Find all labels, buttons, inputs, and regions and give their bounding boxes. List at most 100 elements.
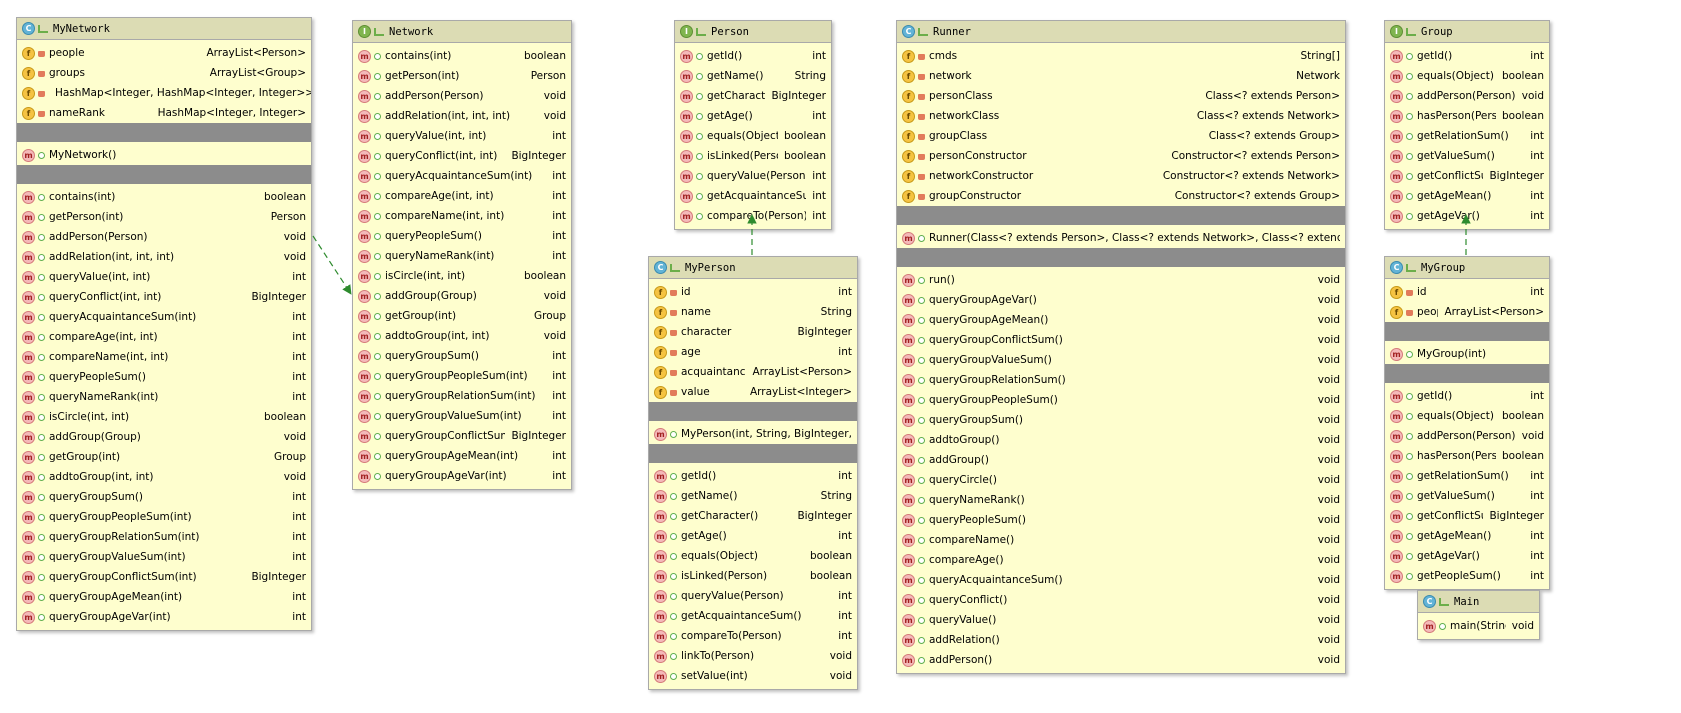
method-row[interactable]: m getConflictSum() BigInteger: [1385, 506, 1549, 526]
method-row[interactable]: m addtoGroup(int, int) void: [353, 326, 571, 346]
method-row[interactable]: m addPerson(Person) void: [1385, 86, 1549, 106]
method-row[interactable]: m addGroup(Group) void: [353, 286, 571, 306]
class-mynetwork[interactable]: C MyNetwork f people ArrayList<Person> f group…: [16, 17, 312, 631]
field-row[interactable]: f age int: [649, 342, 857, 362]
method-row[interactable]: m isLinked(Person) boolean: [675, 146, 831, 166]
method-row[interactable]: m compareName(int, int) int: [353, 206, 571, 226]
method-row[interactable]: m addPerson() void: [897, 650, 1345, 670]
method-row[interactable]: m compareTo(Person) int: [649, 626, 857, 646]
method-row[interactable]: m getGroup(int) Group: [353, 306, 571, 326]
field-row[interactable]: f groupClass Class<? extends Group>: [897, 126, 1345, 146]
method-row[interactable]: m compareName() void: [897, 530, 1345, 550]
method-row[interactable]: m getAge() int: [649, 526, 857, 546]
method-row[interactable]: m queryValue(int, int) int: [353, 126, 571, 146]
field-row[interactable]: f name String: [649, 302, 857, 322]
method-row[interactable]: m main(String[]) void: [1418, 616, 1539, 636]
method-row[interactable]: m getId() int: [675, 46, 831, 66]
method-row[interactable]: m addRelation() void: [897, 630, 1345, 650]
method-row[interactable]: m getId() int: [649, 466, 857, 486]
method-row[interactable]: m queryGroupConflictSum() void: [897, 330, 1345, 350]
method-row[interactable]: m queryValue(Person) int: [675, 166, 831, 186]
class-header[interactable]: C MyPerson: [649, 257, 857, 279]
field-row[interactable]: f people ArrayList<Person>: [1385, 302, 1549, 322]
method-row[interactable]: m queryPeopleSum() void: [897, 510, 1345, 530]
method-row[interactable]: m queryGroupValueSum(int) int: [17, 547, 311, 567]
method-row[interactable]: m addRelation(int, int, int) void: [353, 106, 571, 126]
field-row[interactable]: f nameRank HashMap<Integer, Integer>: [17, 103, 311, 123]
method-row[interactable]: m getAge() int: [675, 106, 831, 126]
method-row[interactable]: m hasPerson(Person) boolean: [1385, 446, 1549, 466]
method-row[interactable]: m addPerson(Person) void: [1385, 426, 1549, 446]
method-row[interactable]: m getRelationSum() int: [1385, 466, 1549, 486]
method-row[interactable]: m getValueSum() int: [1385, 486, 1549, 506]
method-row[interactable]: m MyNetwork(): [17, 145, 311, 165]
method-row[interactable]: m Runner(Class<? extends Person>, Class<?…: [897, 228, 1345, 248]
method-row[interactable]: m queryGroupRelationSum(int) int: [17, 527, 311, 547]
method-row[interactable]: m getId() int: [1385, 46, 1549, 66]
method-row[interactable]: m queryConflict(int, int) BigInteger: [17, 287, 311, 307]
field-row[interactable]: f people ArrayList<Person>: [17, 43, 311, 63]
method-row[interactable]: m getGroup(int) Group: [17, 447, 311, 467]
class-header[interactable]: C MyGroup: [1385, 257, 1549, 279]
field-row[interactable]: f networkClass Class<? extends Network>: [897, 106, 1345, 126]
method-row[interactable]: m queryPeopleSum() int: [353, 226, 571, 246]
method-row[interactable]: m equals(Object) boolean: [649, 546, 857, 566]
method-row[interactable]: m queryGroupPeopleSum(int) int: [17, 507, 311, 527]
method-row[interactable]: m MyGroup(int): [1385, 344, 1549, 364]
method-row[interactable]: m getConflictSum() BigInteger: [1385, 166, 1549, 186]
method-row[interactable]: m queryValue() void: [897, 610, 1345, 630]
method-row[interactable]: m compareAge() void: [897, 550, 1345, 570]
method-row[interactable]: m getPerson(int) Person: [17, 207, 311, 227]
field-row[interactable]: f value ArrayList<Integer>: [649, 382, 857, 402]
field-row[interactable]: f acquaintance ArrayList<Person>: [649, 362, 857, 382]
method-row[interactable]: m getAcquaintanceSum() int: [649, 606, 857, 626]
field-row[interactable]: f character BigInteger: [649, 322, 857, 342]
class-mygroup[interactable]: C MyGroup f id int f people ArrayList<Person> m M…: [1384, 256, 1550, 590]
method-row[interactable]: m queryGroupSum() int: [353, 346, 571, 366]
field-row[interactable]: f personConstructor Constructor<? extends …: [897, 146, 1345, 166]
method-row[interactable]: m queryGroupPeopleSum(int) int: [353, 366, 571, 386]
method-row[interactable]: m compareAge(int, int) int: [17, 327, 311, 347]
method-row[interactable]: m addtoGroup(int, int) void: [17, 467, 311, 487]
method-row[interactable]: m queryGroupRelationSum() void: [897, 370, 1345, 390]
method-row[interactable]: m addPerson(Person) void: [17, 227, 311, 247]
method-row[interactable]: m linkTo(Person) void: [649, 646, 857, 666]
class-myperson[interactable]: C MyPerson f id int f name String f character BigI…: [648, 256, 858, 690]
method-row[interactable]: m getAcquaintanceSum() int: [675, 186, 831, 206]
method-row[interactable]: m compareTo(Person) int: [675, 206, 831, 226]
method-row[interactable]: m queryGroupPeopleSum() void: [897, 390, 1345, 410]
method-row[interactable]: m getAgeVar() int: [1385, 546, 1549, 566]
method-row[interactable]: m queryGroupValueSum() void: [897, 350, 1345, 370]
method-row[interactable]: m addRelation(int, int, int) void: [17, 247, 311, 267]
class-header[interactable]: C Main: [1418, 591, 1539, 613]
class-main[interactable]: C Main m main(String[]) void: [1417, 590, 1540, 640]
method-row[interactable]: m queryNameRank(int) int: [353, 246, 571, 266]
method-row[interactable]: m getCharacter() BigInteger: [675, 86, 831, 106]
method-row[interactable]: m compareName(int, int) int: [17, 347, 311, 367]
class-runner[interactable]: C Runner f cmds String[] f network Network f pers…: [896, 20, 1346, 674]
field-row[interactable]: f network Network: [897, 66, 1345, 86]
method-row[interactable]: m isCircle(int, int) boolean: [17, 407, 311, 427]
interface-network[interactable]: I Network m contains(int) boolean m getPerson(…: [352, 20, 572, 490]
method-row[interactable]: m getPerson(int) Person: [353, 66, 571, 86]
interface-group[interactable]: I Group m getId() int m equals(Object) boolean m…: [1384, 20, 1550, 230]
method-row[interactable]: m queryConflict() void: [897, 590, 1345, 610]
method-row[interactable]: m getCharacter() BigInteger: [649, 506, 857, 526]
class-header[interactable]: C Runner: [897, 21, 1345, 43]
method-row[interactable]: m setValue(int) void: [649, 666, 857, 686]
method-row[interactable]: m queryValue(Person) int: [649, 586, 857, 606]
method-row[interactable]: m getAgeMean() int: [1385, 186, 1549, 206]
interface-person[interactable]: I Person m getId() int m getName() String m getCh…: [674, 20, 832, 230]
method-row[interactable]: m getName() String: [649, 486, 857, 506]
method-row[interactable]: m queryGroupValueSum(int) int: [353, 406, 571, 426]
method-row[interactable]: m queryAcquaintanceSum(int) int: [17, 307, 311, 327]
method-row[interactable]: m queryPeopleSum() int: [17, 367, 311, 387]
method-row[interactable]: m queryAcquaintanceSum() void: [897, 570, 1345, 590]
field-row[interactable]: f id int: [649, 282, 857, 302]
method-row[interactable]: m addtoGroup() void: [897, 430, 1345, 450]
field-row[interactable]: fcircleHashMap<Integer, HashMap<Integer,…: [17, 83, 311, 103]
method-row[interactable]: m equals(Object) boolean: [1385, 406, 1549, 426]
method-row[interactable]: m MyPerson(int, String, BigInteger, int): [649, 424, 857, 444]
method-row[interactable]: m getPeopleSum() int: [1385, 566, 1549, 586]
class-header[interactable]: I Network: [353, 21, 571, 43]
